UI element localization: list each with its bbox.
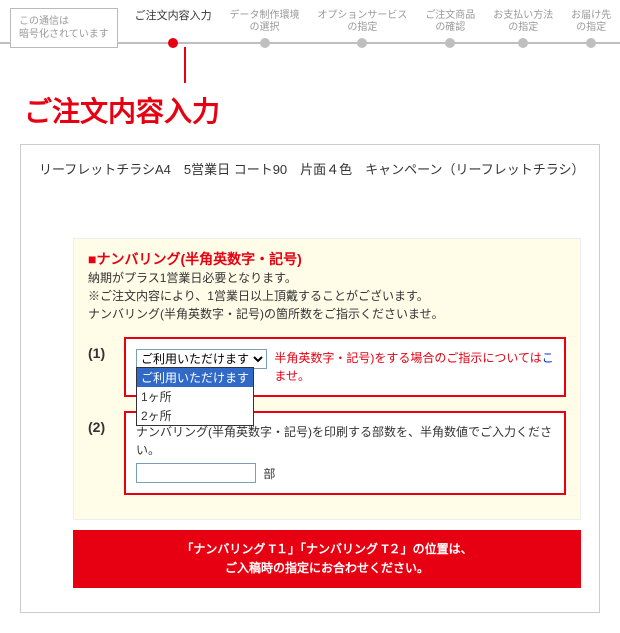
field-number-2: (2) (88, 419, 105, 435)
select-dropdown-open: ご利用いただけます 1ヶ所 2ヶ所 (136, 367, 254, 426)
quantity-unit: 部 (263, 467, 275, 481)
section-note: 納期がプラス1営業日必要となります。 (88, 269, 566, 287)
step-order-entry[interactable]: ご注文内容入力 (126, 10, 221, 50)
position-warning-band: 「ナンバリング T１」「ナンバリング T２」の位置は、 ご入稿時の指定にお合わせ… (73, 530, 581, 588)
field-2-label: ナンバリング(半角英数字・記号)を印刷する部数を、半角数値でご入力ください。 (136, 423, 554, 459)
step-dot-icon (168, 38, 178, 48)
field-number-1: (1) (88, 345, 105, 361)
side-text: 半角英数字・記号)をする場合のご指示については (274, 351, 541, 365)
section-note: ※ご注文内容により、1営業日以上頂戴することがございます。 (88, 287, 566, 305)
select-option[interactable]: 1ヶ所 (137, 387, 253, 406)
step-dot-icon (357, 38, 367, 48)
step-label: お届け先 の指定 (571, 10, 611, 33)
step-order-confirm[interactable]: ご注文商品 の確認 (416, 10, 484, 50)
step-label: ご注文商品 の確認 (425, 10, 475, 33)
field-1: ご利用いただけます ご利用いただけます 1ヶ所 2ヶ所 半角英数字・記号)をする… (124, 337, 566, 397)
section-heading: ■ナンバリング(半角英数字・記号) (88, 249, 566, 269)
step-dot-icon (445, 38, 455, 48)
section-note: ナンバリング(半角英数字・記号)の箇所数をご指示くださいませ。 (88, 305, 566, 323)
numbering-places-select[interactable]: ご利用いただけます (136, 349, 267, 369)
step-payment[interactable]: お支払い方法 の指定 (484, 10, 562, 50)
progress-bar: この通信は 暗号化されています ご注文内容入力 データ制作環境 の選択 オプショ… (0, 0, 620, 60)
numbering-section: ■ナンバリング(半角英数字・記号) 納期がプラス1営業日必要となります。 ※ご注… (73, 238, 581, 520)
step-data-env[interactable]: データ制作環境 の選択 (221, 10, 309, 50)
step-shipping[interactable]: お届け先 の指定 (562, 10, 620, 50)
step-option-service[interactable]: オプションサービス の指定 (308, 10, 416, 50)
product-description: リーフレットチラシA4 5営業日 コート90 片面４色 キャンペーン（リーフレッ… (39, 159, 581, 178)
numbering-quantity-input[interactable] (136, 463, 256, 483)
instruction-link[interactable]: こ (542, 351, 554, 365)
step-dot-icon (518, 38, 528, 48)
step-label: お支払い方法 の指定 (493, 10, 553, 33)
step-label: データ制作環境 の選択 (230, 10, 300, 33)
step-label: ご注文内容入力 (135, 10, 212, 22)
active-step-pointer (184, 47, 186, 83)
ssl-notice: この通信は 暗号化されています (10, 8, 118, 48)
side-text: ませ。 (274, 369, 310, 383)
step-dot-icon (586, 38, 596, 48)
select-option[interactable]: 2ヶ所 (137, 406, 253, 425)
select-option[interactable]: ご利用いただけます (137, 368, 253, 387)
step-label: オプションサービス の指定 (317, 10, 407, 33)
content-box: リーフレットチラシA4 5営業日 コート90 片面４色 キャンペーン（リーフレッ… (20, 144, 600, 613)
page-title: ご注文内容入力 (24, 90, 620, 130)
field-1-side-message: 半角英数字・記号)をする場合のご指示についてはこ ませ。 (274, 349, 553, 385)
step-dot-icon (260, 38, 270, 48)
